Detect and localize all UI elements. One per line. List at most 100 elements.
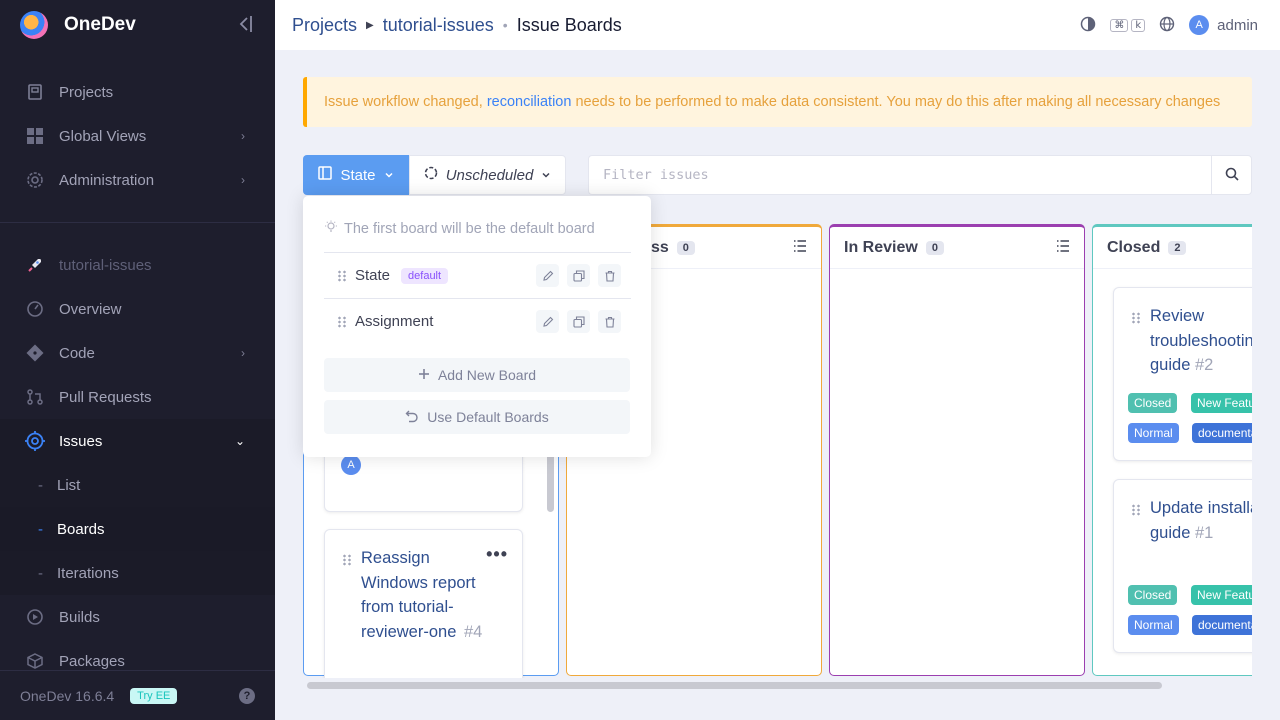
trash-icon[interactable]	[598, 310, 621, 333]
sidebar-item-overview[interactable]: Overview	[0, 287, 275, 331]
undo-icon	[405, 409, 419, 426]
pull-request-icon	[24, 386, 46, 408]
board-horizontal-scrollbar[interactable]	[303, 680, 1252, 690]
sidebar-item-boards[interactable]: - Boards	[0, 507, 275, 551]
workflow-alert: Issue workflow changed, reconciliation n…	[303, 77, 1252, 127]
sidebar-item-pull-requests[interactable]: Pull Requests	[0, 375, 275, 419]
board-option-label[interactable]: State	[355, 267, 390, 284]
sidebar-item-label: Code	[59, 344, 95, 362]
target-icon	[24, 430, 46, 452]
column-title: In Review	[844, 238, 918, 256]
command-palette-shortcut[interactable]: ⌘ k	[1110, 18, 1146, 32]
chevron-right-icon: ›	[241, 346, 245, 360]
edit-icon[interactable]	[536, 310, 559, 333]
state-tag: Closed	[1128, 585, 1178, 605]
sidebar-item-label: Issues	[59, 432, 103, 450]
add-new-board-label: Add New Board	[437, 367, 537, 383]
user-name[interactable]: admin	[1217, 17, 1258, 34]
sidebar-item-list[interactable]: - List	[0, 463, 275, 507]
use-default-boards-button[interactable]: Use Default Boards	[324, 400, 630, 434]
sidebar-item-label: Overview	[59, 300, 122, 318]
sidebar-item-projects[interactable]: Projects	[0, 70, 275, 114]
projects-icon	[24, 81, 46, 103]
issue-card[interactable]: Reassign Windows report from tutorial-re…	[324, 529, 523, 678]
state-tag: Closed	[1128, 393, 1178, 413]
globe-icon[interactable]	[1159, 16, 1175, 35]
sidebar-project-name[interactable]: tutorial-issues	[0, 243, 275, 287]
priority-tag: Normal	[1128, 615, 1179, 635]
drag-handle-icon[interactable]	[1131, 504, 1141, 516]
edit-icon[interactable]	[536, 264, 559, 287]
drag-handle-icon[interactable]	[337, 269, 347, 282]
type-tag: New Feature	[1191, 393, 1252, 413]
k-key: k	[1131, 18, 1146, 32]
sidebar-item-administration[interactable]: Administration ›	[0, 158, 275, 202]
sidebar-item-label: Iterations	[57, 564, 119, 582]
cmd-key: ⌘	[1110, 18, 1129, 32]
label-tag: documentation	[1192, 615, 1252, 635]
collapse-sidebar-icon[interactable]	[237, 14, 253, 39]
chevron-down-icon: ⌄	[234, 434, 245, 448]
breadcrumb-projects[interactable]: Projects	[292, 15, 357, 36]
try-ee-button[interactable]: Try EE	[130, 687, 178, 704]
type-tag: New Feature	[1191, 585, 1252, 605]
alert-text-before: Issue workflow changed,	[324, 94, 483, 110]
sidebar-item-issues[interactable]: Issues ⌄	[0, 419, 275, 463]
copy-icon[interactable]	[567, 310, 590, 333]
drag-handle-icon[interactable]	[1131, 312, 1141, 324]
trash-icon[interactable]	[598, 264, 621, 287]
sidebar-item-code[interactable]: Code ›	[0, 331, 275, 375]
list-icon[interactable]	[793, 239, 807, 258]
assignee-avatar[interactable]: A	[341, 455, 361, 475]
column-scrollbar[interactable]	[547, 452, 554, 512]
board-option-state[interactable]: State default	[324, 252, 631, 298]
brand[interactable]: OneDev	[0, 0, 275, 50]
list-icon[interactable]	[1056, 239, 1070, 258]
issue-card[interactable]: Update installation guide #1 Closed New …	[1113, 479, 1252, 653]
column-title: ss	[651, 238, 669, 256]
user-avatar[interactable]: A	[1189, 15, 1210, 35]
sidebar-item-label: Administration	[59, 171, 155, 189]
issue-card[interactable]: Review troubleshooting guide #2 Closed N…	[1113, 287, 1252, 461]
page-title: Issue Boards	[516, 14, 622, 35]
board-option-assignment[interactable]: Assignment	[324, 298, 631, 344]
default-badge: default	[401, 267, 449, 284]
drag-handle-icon[interactable]	[337, 315, 347, 328]
issue-number[interactable]: #1	[1195, 524, 1213, 542]
use-default-boards-label: Use Default Boards	[427, 409, 549, 425]
sidebar-item-label: Pull Requests	[59, 388, 152, 406]
breadcrumb-project[interactable]: tutorial-issues	[383, 15, 494, 36]
chevron-down-icon	[541, 167, 551, 184]
filter-issues-input[interactable]	[588, 155, 1212, 195]
scrollbar-thumb[interactable]	[307, 682, 1162, 689]
sidebar-item-label: Boards	[57, 520, 105, 538]
reconciliation-link[interactable]: reconciliation	[487, 94, 572, 110]
issue-title[interactable]: Reassign Windows report from tutorial-re…	[361, 549, 476, 641]
iteration-select-button[interactable]: Unscheduled	[409, 155, 566, 195]
priority-tag: Normal	[1128, 423, 1179, 443]
search-icon	[1225, 167, 1239, 184]
drag-handle-icon[interactable]	[342, 554, 352, 566]
package-icon	[24, 650, 46, 672]
more-options-icon[interactable]: •••	[486, 544, 508, 565]
board-select-label: State	[340, 166, 376, 184]
sidebar-item-label: Projects	[59, 83, 114, 101]
board-select-button[interactable]: State	[303, 155, 409, 195]
board-columns-icon	[318, 166, 333, 184]
gauge-icon	[24, 298, 46, 320]
add-new-board-button[interactable]: Add New Board	[324, 358, 630, 392]
theme-toggle-icon[interactable]	[1080, 16, 1096, 35]
sidebar-item-builds[interactable]: Builds	[0, 595, 275, 639]
help-icon[interactable]: ?	[239, 687, 255, 704]
rocket-icon	[24, 254, 46, 276]
issue-number[interactable]: #2	[1195, 356, 1213, 374]
sidebar-item-label: Packages	[59, 652, 125, 670]
copy-icon[interactable]	[567, 264, 590, 287]
sidebar-item-iterations[interactable]: - Iterations	[0, 551, 275, 595]
sidebar-item-global-views[interactable]: Global Views ›	[0, 114, 275, 158]
search-button[interactable]	[1211, 155, 1252, 195]
issue-number[interactable]: #4	[461, 623, 482, 641]
label-tag: documentation	[1192, 423, 1252, 443]
board-option-label[interactable]: Assignment	[355, 313, 433, 330]
dropdown-hint: The first board will be the default boar…	[324, 220, 595, 238]
